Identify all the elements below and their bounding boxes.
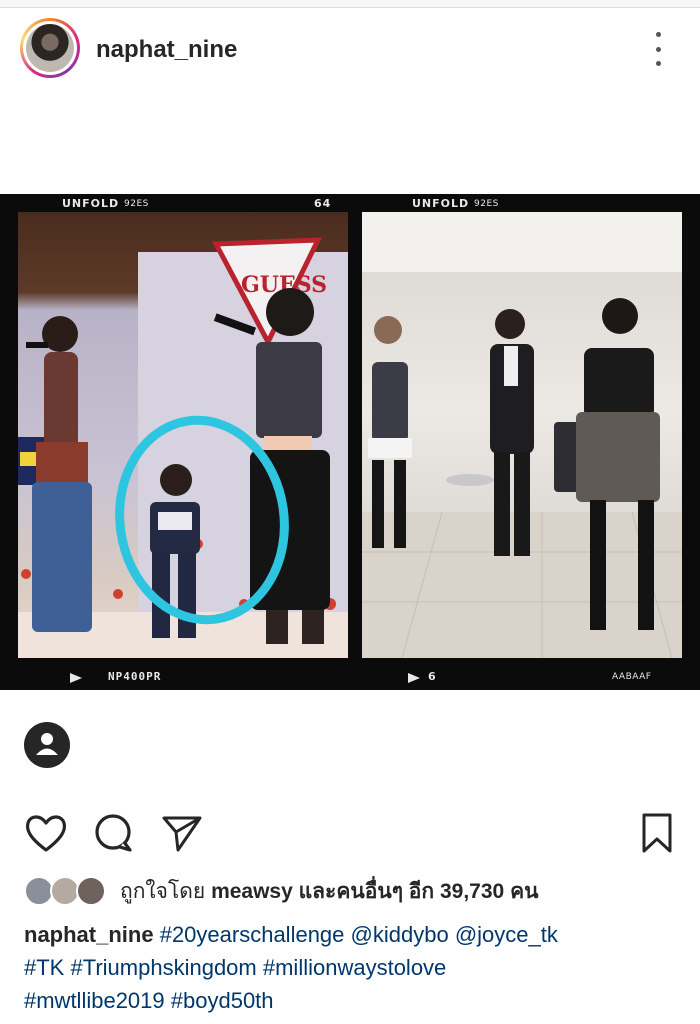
avatar[interactable] [20,18,80,78]
film-arrow-left-icon [70,673,82,683]
hashtag-link[interactable]: #TK [24,955,64,980]
hashtag-link[interactable]: #boyd50th [171,988,274,1013]
film-stock-left: NP400PR [108,670,162,683]
bookmark-icon[interactable] [640,812,674,859]
caption-username[interactable]: naphat_nine [24,922,154,947]
avatar-image [26,24,74,72]
liker-avatars [24,876,110,906]
user-tag-icon[interactable] [24,722,70,768]
film-stock-right: AABAAF [612,672,652,682]
liker-username[interactable]: meawsy [211,880,293,903]
hashtag-link[interactable]: #20yearschallenge [160,922,345,947]
film-brand-right: UNFOLD [412,197,470,210]
post-username[interactable]: naphat_nine [96,36,237,64]
film-code-left: 92ES [124,199,149,209]
more-vertical-icon[interactable] [648,32,668,66]
lobby-scene [362,212,682,658]
photo-right-frame [362,212,682,658]
avatar [76,876,106,906]
heart-icon[interactable] [24,812,68,859]
photo-left-frame: GUESS [18,212,348,658]
post-header: naphat_nine [0,10,700,90]
film-brand-left: UNFOLD [62,197,120,210]
post-caption: naphat_nine #20yearschallenge @kiddybo @… [24,918,684,1017]
comment-icon[interactable] [92,812,136,859]
mention-link[interactable]: @kiddybo [351,922,449,947]
mention-link[interactable]: @joyce_tk [455,922,558,947]
film-frame-number-left: 64 [314,197,332,210]
stage-scene: GUESS [18,237,348,658]
hashtag-link[interactable]: #Triumphskingdom [70,955,256,980]
likes-summary: ถูกใจโดย meawsy และคนอื่นๆ อีก 39,730 คน [120,879,539,903]
post-photo[interactable]: UNFOLD 92ES 64 UNFOLD 92ES GUESS NP400PR… [0,194,700,690]
hashtag-link[interactable]: #mwtllibe2019 [24,988,165,1013]
action-bar [0,812,700,856]
film-code-right: 92ES [474,199,499,209]
send-icon[interactable] [160,812,204,859]
film-arrow-right-icon [408,673,420,683]
hashtag-link[interactable]: #millionwaystolove [263,955,446,980]
likes-count: 39,730 [439,879,505,903]
status-divider [0,0,700,8]
likes-row[interactable]: ถูกใจโดย meawsy และคนอื่นๆ อีก 39,730 คน [24,874,684,908]
film-frame-number-right: 6 [428,670,437,683]
